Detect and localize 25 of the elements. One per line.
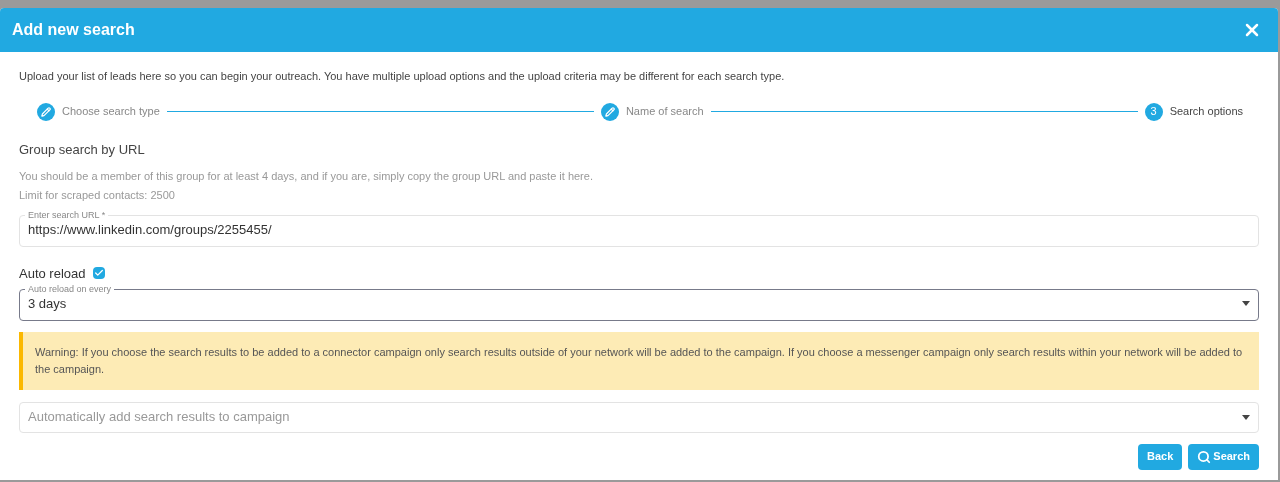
caret-icon (1242, 301, 1250, 307)
url-field[interactable]: Enter search URL * https://www.linkedin.com/groups/2255455/ (19, 211, 1259, 247)
reload-select[interactable]: Auto reload on every 3 days (19, 285, 1259, 321)
step-label: Name of search (625, 104, 704, 120)
field-label: Enter search URL * (27, 211, 107, 220)
check-icon (93, 268, 104, 279)
pencil-icon (41, 106, 51, 117)
help-text: You should be a member of this group for at least 4 days, and if you are, simply copy the group URL and paste it here. (19, 169, 594, 184)
pencil-icon (604, 106, 615, 117)
caret-icon (1242, 414, 1250, 420)
back-button[interactable]: Back (1138, 443, 1183, 470)
step-label: Search options (1169, 104, 1243, 120)
step-badge: 3 (1144, 102, 1163, 121)
intro-text: Upload your list of leads here so you can begin your outreach. You have multiple upload options and the upload criteria may be different for each search type. (19, 69, 786, 84)
help-text: Limit for scraped contacts: 2500 (19, 187, 176, 203)
checkbox-label: Auto reload (19, 264, 86, 283)
warning-banner: Warning: If you choose the search results to be added to a connector campaign only search results outside of your network will be added to the campaign. If you choose a messenger campaign only search results within your network will be added to the campaign. (19, 331, 1259, 390)
dialog-title: Add new search (12, 20, 135, 40)
search-button[interactable]: Search (1188, 443, 1259, 470)
search-icon (1197, 449, 1212, 464)
step-label: Choose search type (62, 104, 160, 120)
campaign-select[interactable]: Automatically add search results to campaign (19, 401, 1259, 433)
field-label: Auto reload on every (27, 285, 113, 294)
section-title: Group search by URL (19, 140, 146, 159)
auto-reload-checkbox[interactable] (92, 267, 105, 280)
